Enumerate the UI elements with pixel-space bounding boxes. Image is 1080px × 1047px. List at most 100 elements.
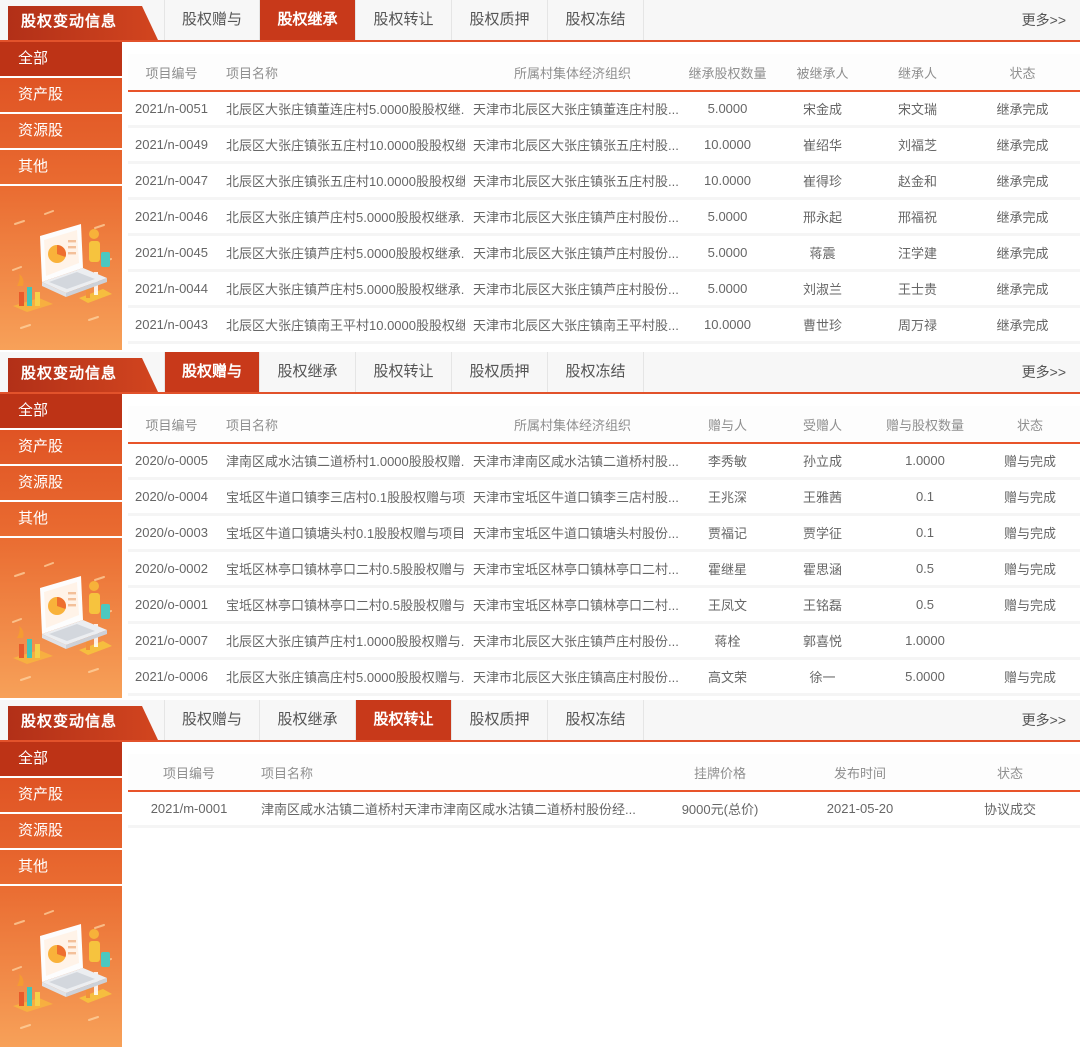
table-cell: 继承完成	[965, 99, 1080, 118]
tab-equity-gift[interactable]: 股权赠与	[164, 352, 260, 392]
column-header: 继承股权数量	[680, 63, 775, 82]
table-cell: 徐一	[775, 667, 870, 686]
column-header: 发布时间	[780, 763, 940, 782]
tab-equity-inheritance[interactable]: 股权继承	[260, 700, 356, 740]
sidebar-item-asset-shares[interactable]: 资产股	[0, 430, 122, 466]
table-cell: 天津市宝坻区林亭口镇林亭口二村...	[465, 595, 680, 614]
tab-equity-pledge[interactable]: 股权质押	[452, 0, 548, 40]
tab-equity-gift[interactable]: 股权赠与	[164, 700, 260, 740]
column-header: 项目名称	[215, 63, 465, 82]
more-link[interactable]: 更多>>	[1022, 700, 1080, 740]
table-row[interactable]: 2021/n-0046北辰区大张庄镇芦庄村5.0000股股权继承...天津市北辰…	[128, 200, 1080, 236]
table-row[interactable]: 2021/n-0047北辰区大张庄镇张五庄村10.0000股股权继...天津市北…	[128, 164, 1080, 200]
sidebar-item-asset-shares[interactable]: 资产股	[0, 78, 122, 114]
table-cell: 2020/o-0003	[128, 525, 215, 540]
table-cell: 天津市北辰区大张庄镇张五庄村股...	[465, 171, 680, 190]
sidebar-item-resource-shares[interactable]: 资源股	[0, 466, 122, 502]
tab-equity-pledge[interactable]: 股权质押	[452, 700, 548, 740]
more-link[interactable]: 更多>>	[1022, 352, 1080, 392]
sidebar-item-all[interactable]: 全部	[0, 742, 122, 778]
table-cell: 2021/o-0006	[128, 669, 215, 684]
table-cell: 李秀敏	[680, 451, 775, 470]
tab-equity-pledge[interactable]: 股权质押	[452, 352, 548, 392]
column-header: 项目名称	[250, 763, 660, 782]
panel-title-banner: 股权变动信息	[8, 358, 158, 392]
table-body: 2021/m-0001津南区咸水沽镇二道桥村天津市津南区咸水沽镇二道桥村股份经.…	[128, 792, 1080, 828]
table-row[interactable]: 2020/o-0001宝坻区林亭口镇林亭口二村0.5股股权赠与...天津市宝坻区…	[128, 588, 1080, 624]
column-header: 项目编号	[128, 63, 215, 82]
table-cell: 继承完成	[965, 315, 1080, 334]
table-row[interactable]: 2021/n-0051北辰区大张庄镇董连庄村5.0000股股权继...天津市北辰…	[128, 92, 1080, 128]
table-cell: 津南区咸水沽镇二道桥村1.0000股股权赠...	[215, 451, 465, 470]
table-row[interactable]: 2021/o-0006北辰区大张庄镇高庄村5.0000股股权赠与...天津市北辰…	[128, 660, 1080, 696]
sidebar-item-asset-shares[interactable]: 资产股	[0, 778, 122, 814]
category-sidebar: 全部 资产股 资源股 其他	[0, 742, 122, 1047]
table-cell: 天津市北辰区大张庄镇芦庄村股份...	[465, 279, 680, 298]
table-cell: 津南区咸水沽镇二道桥村天津市津南区咸水沽镇二道桥村股份经...	[250, 799, 660, 818]
table-row[interactable]: 2021/o-0007北辰区大张庄镇芦庄村1.0000股股权赠与...天津市北辰…	[128, 624, 1080, 660]
table-cell: 天津市北辰区大张庄镇张五庄村股...	[465, 135, 680, 154]
table-cell: 天津市北辰区大张庄镇芦庄村股份...	[465, 243, 680, 262]
table-cell: 5.0000	[680, 209, 775, 224]
more-link[interactable]: 更多>>	[1022, 0, 1080, 40]
table-cell: 霍继星	[680, 559, 775, 578]
table-cell: 曹世珍	[775, 315, 870, 334]
sidebar-item-other[interactable]: 其他	[0, 502, 122, 538]
table-cell: 王铭磊	[775, 595, 870, 614]
table-row[interactable]: 2021/n-0043北辰区大张庄镇南王平村10.0000股股权继...天津市北…	[128, 308, 1080, 344]
table-cell: 赵金和	[870, 171, 965, 190]
tab-equity-transfer[interactable]: 股权转让	[356, 352, 452, 392]
tab-equity-freeze[interactable]: 股权冻结	[548, 352, 644, 392]
inheritance-table: 项目编号项目名称所属村集体经济组织继承股权数量被继承人继承人状态 2021/n-…	[128, 42, 1080, 350]
tab-group: 股权赠与 股权继承 股权转让 股权质押 股权冻结	[164, 700, 644, 740]
table-cell: 天津市北辰区大张庄镇芦庄村股份...	[465, 631, 680, 650]
table-cell: 2021/n-0043	[128, 317, 215, 332]
table-row[interactable]: 2021/m-0001津南区咸水沽镇二道桥村天津市津南区咸水沽镇二道桥村股份经.…	[128, 792, 1080, 828]
column-header: 所属村集体经济组织	[465, 63, 680, 82]
table-cell: 继承完成	[965, 171, 1080, 190]
table-cell: 赠与完成	[980, 523, 1080, 542]
tab-bar: 股权变动信息 股权赠与 股权继承 股权转让 股权质押 股权冻结 更多>>	[0, 700, 1080, 742]
column-header: 被继承人	[775, 63, 870, 82]
tab-equity-transfer[interactable]: 股权转让	[356, 0, 452, 40]
sidebar-item-other[interactable]: 其他	[0, 850, 122, 886]
sidebar-item-all[interactable]: 全部	[0, 394, 122, 430]
table-row[interactable]: 2021/n-0049北辰区大张庄镇张五庄村10.0000股股权继...天津市北…	[128, 128, 1080, 164]
table-cell: 9000元(总价)	[660, 799, 780, 818]
tab-equity-inheritance[interactable]: 股权继承	[260, 0, 356, 40]
column-header: 所属村集体经济组织	[465, 415, 680, 434]
table-cell: 协议成交	[940, 799, 1080, 818]
table-cell: 北辰区大张庄镇芦庄村5.0000股股权继承...	[215, 207, 465, 226]
table-cell: 天津市北辰区大张庄镇董连庄村股...	[465, 99, 680, 118]
column-header: 项目编号	[128, 763, 250, 782]
sidebar-item-resource-shares[interactable]: 资源股	[0, 814, 122, 850]
tab-equity-gift[interactable]: 股权赠与	[164, 0, 260, 40]
sidebar-item-resource-shares[interactable]: 资源股	[0, 114, 122, 150]
table-row[interactable]: 2020/o-0005津南区咸水沽镇二道桥村1.0000股股权赠...天津市津南…	[128, 444, 1080, 480]
table-cell: 赠与完成	[980, 667, 1080, 686]
table-cell: 宝坻区林亭口镇林亭口二村0.5股股权赠与...	[215, 559, 465, 578]
column-header: 赠与人	[680, 415, 775, 434]
laptop-analytics-illustration	[0, 186, 122, 350]
table-cell: 刘淑兰	[775, 279, 870, 298]
table-cell: 霍思涵	[775, 559, 870, 578]
table-row[interactable]: 2020/o-0003宝坻区牛道口镇塘头村0.1股股权赠与项目天津市宝坻区牛道口…	[128, 516, 1080, 552]
sidebar-item-other[interactable]: 其他	[0, 150, 122, 186]
tab-bar: 股权变动信息 股权赠与 股权继承 股权转让 股权质押 股权冻结 更多>>	[0, 352, 1080, 394]
table-row[interactable]: 2021/n-0045北辰区大张庄镇芦庄村5.0000股股权继承...天津市北辰…	[128, 236, 1080, 272]
sidebar-item-all[interactable]: 全部	[0, 42, 122, 78]
tab-equity-inheritance[interactable]: 股权继承	[260, 352, 356, 392]
table-row[interactable]: 2020/o-0002宝坻区林亭口镇林亭口二村0.5股股权赠与...天津市宝坻区…	[128, 552, 1080, 588]
table-row[interactable]: 2020/o-0004宝坻区牛道口镇李三店村0.1股股权赠与项目天津市宝坻区牛道…	[128, 480, 1080, 516]
table-cell: 2021/n-0047	[128, 173, 215, 188]
tab-equity-freeze[interactable]: 股权冻结	[548, 0, 644, 40]
table-cell: 蒋震	[775, 243, 870, 262]
gift-table: 项目编号项目名称所属村集体经济组织赠与人受赠人赠与股权数量状态 2020/o-0…	[128, 394, 1080, 698]
table-row[interactable]: 2021/n-0044北辰区大张庄镇芦庄村5.0000股股权继承...天津市北辰…	[128, 272, 1080, 308]
table-cell: 2021/n-0049	[128, 137, 215, 152]
tab-equity-freeze[interactable]: 股权冻结	[548, 700, 644, 740]
tab-equity-transfer[interactable]: 股权转让	[356, 700, 452, 740]
table-cell: 2021/n-0045	[128, 245, 215, 260]
table-cell: 天津市宝坻区牛道口镇塘头村股份...	[465, 523, 680, 542]
table-cell: 北辰区大张庄镇芦庄村1.0000股股权赠与...	[215, 631, 465, 650]
